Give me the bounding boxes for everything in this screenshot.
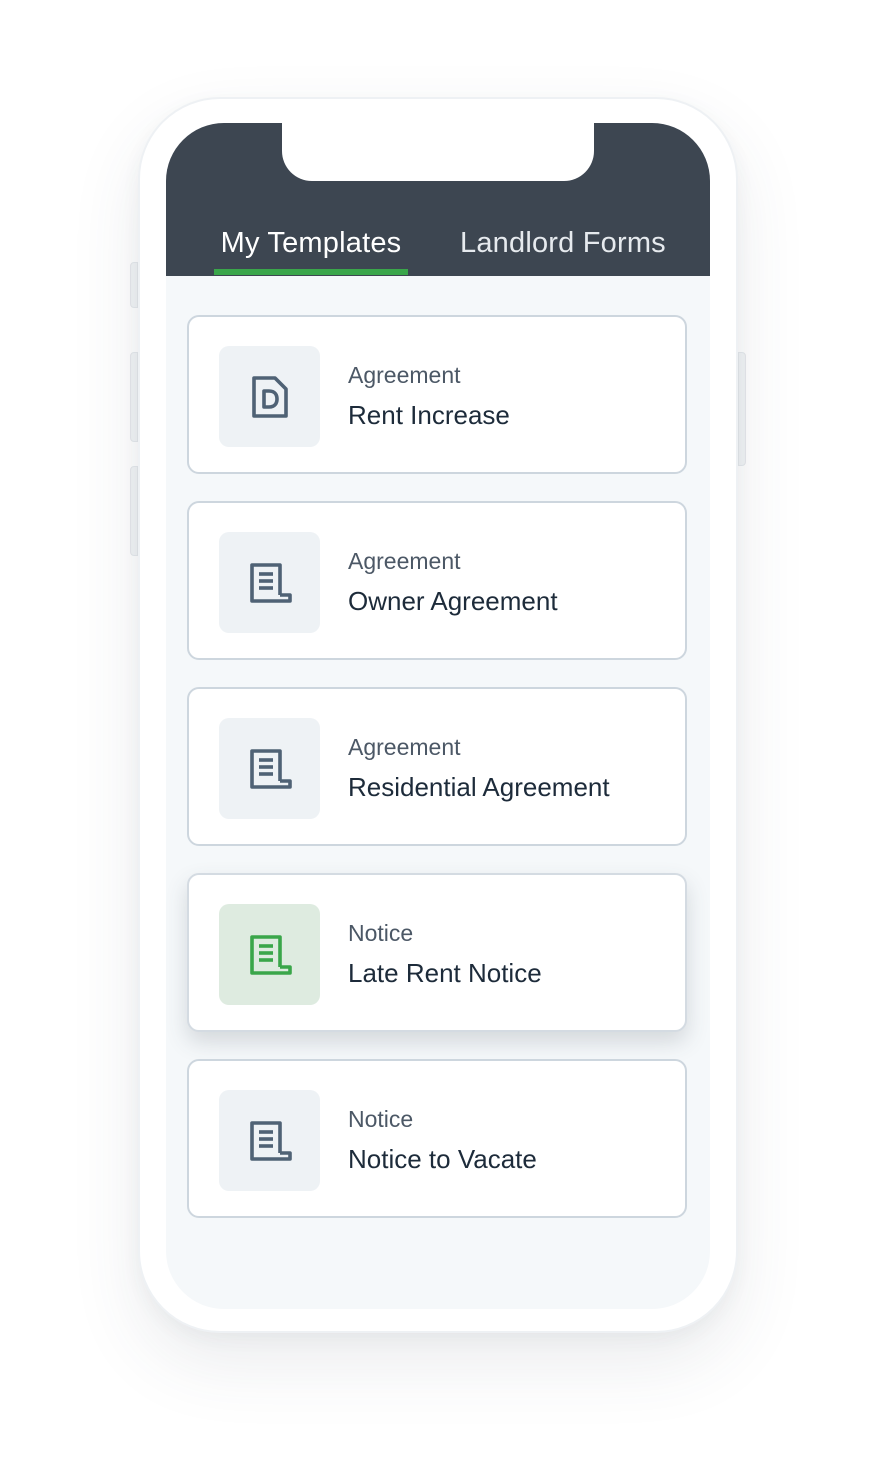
template-icon-box [219,904,320,1005]
stage: My Templates Landlord Forms Agreement Re… [0,0,872,1468]
template-title: Notice to Vacate [348,1144,537,1174]
document-lines-icon [249,748,292,789]
volume-down-button [130,466,138,556]
template-title: Owner Agreement [348,586,558,616]
template-card-late-rent-notice[interactable]: Notice Late Rent Notice [187,873,687,1032]
template-icon-box [219,718,320,819]
active-tab-indicator [214,269,408,275]
template-card-rent-increase[interactable]: Agreement Rent Increase [187,315,687,474]
document-d-icon [251,375,288,418]
template-type: Agreement [348,362,461,388]
template-title: Residential Agreement [348,772,610,802]
mute-switch [130,262,138,308]
phone-screen: My Templates Landlord Forms Agreement Re… [166,123,710,1309]
template-icon-box [219,346,320,447]
document-lines-icon [249,934,292,975]
phone-notch [282,123,594,181]
document-lines-icon [249,1120,292,1161]
template-title: Late Rent Notice [348,958,542,988]
tab-landlord-forms[interactable]: Landlord Forms [460,225,690,276]
document-lines-icon [249,562,292,603]
template-type: Agreement [348,734,461,760]
template-type: Notice [348,920,414,946]
template-card-owner-agreement[interactable]: Agreement Owner Agreement [187,501,687,660]
template-type: Notice [348,1106,414,1132]
power-button [738,352,746,466]
template-icon-box [219,1090,320,1191]
template-icon-box [219,532,320,633]
template-title: Rent Increase [348,400,510,430]
template-card-residential-agreement[interactable]: Agreement Residential Agreement [187,687,687,846]
template-card-notice-to-vacate[interactable]: Notice Notice to Vacate [187,1059,687,1218]
app-header: My Templates Landlord Forms [166,123,710,276]
template-type: Agreement [348,548,461,574]
volume-up-button [130,352,138,442]
